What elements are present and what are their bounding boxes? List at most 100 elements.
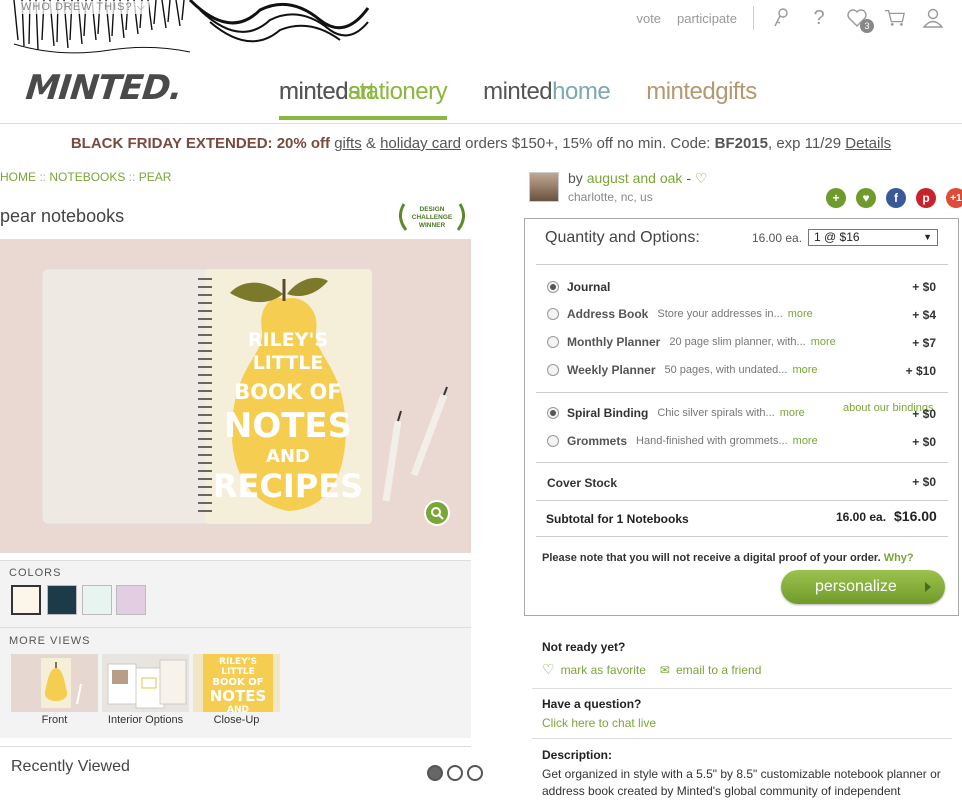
cover-line-1: RILEY'S: [248, 329, 328, 351]
promo-text: orders $150+, 15% off no min. Code:: [465, 135, 711, 152]
designer-name-link[interactable]: august and oak: [587, 170, 683, 186]
radio-grommets[interactable]: [547, 435, 559, 447]
byline-dash: -: [686, 170, 691, 186]
main-nav: mintedstationery mintedart mintedhome mi…: [279, 78, 757, 120]
dropdown-caret-icon: ▼: [923, 232, 932, 242]
personalize-button[interactable]: personalize: [781, 570, 945, 604]
divider: [532, 688, 952, 689]
more-link[interactable]: more: [793, 435, 818, 447]
quantity-select[interactable]: 1 @ $16 ▼: [808, 229, 938, 246]
zoom-icon[interactable]: [424, 500, 450, 526]
radio-journal[interactable]: [547, 281, 559, 293]
thumbnail-close-up[interactable]: RILEY'S LITTLE BOOK OF NOTES AND: [193, 654, 280, 712]
proof-note: Please note that you will not receive a …: [542, 552, 914, 564]
add-icon[interactable]: +: [826, 188, 846, 208]
key-icon[interactable]: [770, 7, 792, 29]
by-label: by: [568, 170, 583, 186]
promo-details-link[interactable]: Details: [845, 135, 891, 152]
personalize-label: personalize: [815, 578, 897, 595]
option-name: Weekly Planner: [567, 363, 656, 377]
color-swatch-navy[interactable]: [47, 585, 77, 615]
color-swatch-lavender[interactable]: [116, 585, 146, 615]
option-name: Address Book: [567, 307, 649, 321]
nav-minted-art[interactable]: mintedart: [279, 78, 649, 140]
option-description: 20 page slim planner, with...: [669, 336, 806, 348]
option-name: Journal: [567, 280, 611, 294]
color-swatch-cream[interactable]: [11, 585, 41, 615]
thumbnail-interior-options[interactable]: [102, 654, 189, 712]
promo-holiday-card-link[interactable]: holiday card: [380, 135, 461, 152]
account-icon[interactable]: [922, 7, 944, 29]
breadcrumb-notebooks[interactable]: NOTEBOOKS: [49, 170, 125, 184]
divider: [0, 746, 471, 747]
facebook-icon[interactable]: f: [886, 188, 906, 208]
more-link[interactable]: more: [792, 364, 817, 376]
breadcrumb-pear[interactable]: PEAR: [139, 170, 172, 184]
option-spiral-binding[interactable]: Spiral Binding Chic silver spirals with.…: [547, 406, 805, 420]
option-grommets[interactable]: Grommets Hand-finished with grommets... …: [547, 434, 818, 448]
question-heading: Have a question?: [542, 697, 642, 711]
option-description: Chic silver spirals with...: [657, 407, 775, 419]
favorite-heart-icon[interactable]: ♥: [856, 188, 876, 208]
designer-avatar[interactable]: [529, 172, 559, 202]
favorites-heart-icon[interactable]: 3: [846, 7, 874, 33]
help-icon[interactable]: ?: [808, 7, 830, 29]
option-address-book[interactable]: Address Book Store your addresses in... …: [547, 307, 813, 321]
promo-amp: &: [365, 135, 376, 152]
carousel-dot[interactable]: [447, 765, 463, 781]
option-monthly-planner[interactable]: Monthly Planner 20 page slim planner, wi…: [547, 335, 836, 349]
option-description: Store your addresses in...: [657, 308, 783, 320]
svg-text:LITTLE: LITTLE: [221, 667, 254, 677]
site-header: WHO DREW THIS? ⌵ MINTED. vote participat…: [0, 0, 962, 124]
badge-line-2: CHALLENGE: [412, 214, 453, 221]
page-title: pear notebooks: [0, 206, 125, 226]
email-friend-link[interactable]: email to a friend: [676, 663, 761, 677]
carousel-dot[interactable]: [427, 765, 443, 781]
nav-minted-gifts[interactable]: mintedgifts: [646, 78, 757, 120]
radio-spiral-binding[interactable]: [547, 407, 559, 419]
carousel-dot[interactable]: [467, 765, 483, 781]
heart-icon: ♡: [542, 661, 555, 677]
google-plus-icon[interactable]: +1: [946, 188, 962, 208]
mark-favorite-link[interactable]: mark as favorite: [561, 663, 646, 677]
cart-icon[interactable]: [884, 7, 906, 29]
breadcrumb: HOME :: NOTEBOOKS :: PEAR: [0, 170, 171, 184]
option-journal[interactable]: Journal: [547, 280, 619, 294]
panel-divider: [0, 627, 471, 628]
breadcrumb-home[interactable]: HOME: [0, 170, 36, 184]
breadcrumb-separator: ::: [39, 170, 47, 184]
option-weekly-planner[interactable]: Weekly Planner 50 pages, with undated...…: [547, 363, 818, 377]
thumbnail-front[interactable]: [11, 654, 98, 712]
option-price: + $7: [912, 336, 936, 350]
minted-logo[interactable]: MINTED.: [24, 68, 184, 108]
color-swatch-mint[interactable]: [82, 585, 112, 615]
promo-gifts-link[interactable]: gifts: [334, 135, 362, 152]
radio-monthly-planner[interactable]: [547, 336, 559, 348]
top-links: vote participate ? 3: [636, 6, 944, 33]
more-link[interactable]: more: [811, 336, 836, 348]
product-image[interactable]: RILEY'S LITTLE BOOK OF NOTES AND RECIPES: [0, 239, 471, 553]
radio-weekly-planner[interactable]: [547, 364, 559, 376]
cover-stock-label: Cover Stock: [547, 476, 618, 490]
recently-viewed-title: Recently Viewed: [11, 758, 130, 775]
svg-text:AND: AND: [227, 705, 249, 712]
design-challenge-winner-badge: DESIGN CHALLENGE WINNER: [399, 203, 465, 231]
pinterest-icon[interactable]: p: [916, 188, 936, 208]
promo-percent: 20% off: [276, 135, 331, 152]
arrow-right-icon: [925, 582, 931, 592]
chat-live-link[interactable]: Click here to chat live: [542, 716, 656, 730]
divider: [536, 536, 948, 537]
radio-address-book[interactable]: [547, 308, 559, 320]
proof-note-text: Please note that you will not receive a …: [542, 552, 881, 564]
follow-designer-icon[interactable]: ♡: [695, 170, 708, 186]
vote-link[interactable]: vote: [636, 11, 661, 26]
option-price: + $0: [912, 435, 936, 449]
more-link[interactable]: more: [788, 308, 813, 320]
more-link[interactable]: more: [780, 407, 805, 419]
participate-link[interactable]: participate: [677, 11, 737, 26]
who-drew-this-link[interactable]: WHO DREW THIS? ⌵: [18, 1, 149, 14]
description-heading: Description:: [542, 748, 613, 762]
why-link[interactable]: Why?: [884, 552, 914, 564]
divider: [536, 500, 948, 501]
cover-stock-row[interactable]: Cover Stock: [547, 476, 626, 490]
